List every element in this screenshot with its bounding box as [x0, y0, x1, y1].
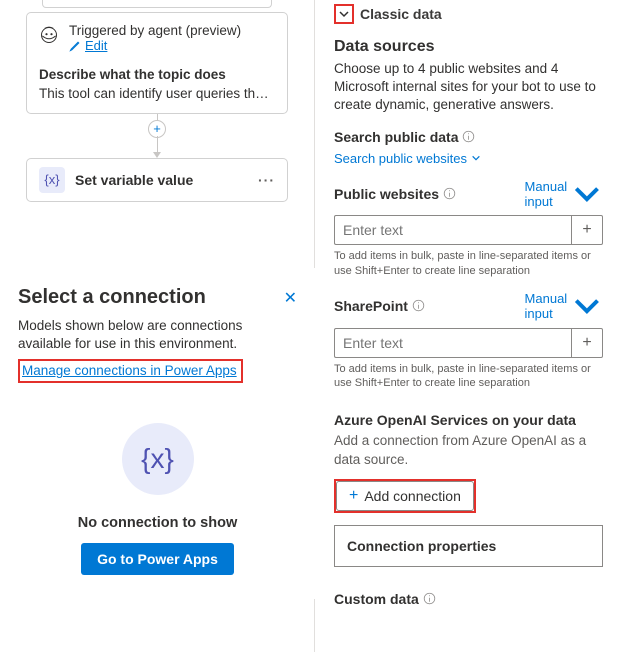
connector: [157, 136, 158, 152]
trigger-node[interactable]: Triggered by agent (preview) Edit Descri…: [26, 12, 288, 114]
bulk-hint: To add items in bulk, paste in line-sepa…: [334, 249, 603, 278]
go-to-power-apps-button[interactable]: Go to Power Apps: [81, 543, 234, 575]
public-websites-label: Public websites: [334, 186, 456, 202]
manage-connections-link[interactable]: Manage connections in Power Apps: [22, 363, 237, 378]
bulk-hint: To add items in bulk, paste in line-sepa…: [334, 362, 603, 391]
add-item-button[interactable]: +: [571, 215, 603, 245]
info-icon: [462, 130, 475, 143]
variable-placeholder-icon: {x}: [122, 423, 194, 495]
add-connection-button[interactable]: + Add connection: [336, 481, 474, 511]
data-sources-desc: Choose up to 4 public websites and 4 Mic…: [334, 60, 603, 115]
set-variable-node[interactable]: {x} Set variable value ···: [26, 158, 288, 202]
chevron-down-icon: [571, 178, 603, 210]
custom-data-label: Custom data: [334, 591, 603, 607]
public-websites-input[interactable]: [334, 215, 571, 245]
node-menu-button[interactable]: ···: [258, 172, 275, 188]
close-icon[interactable]: ✕: [284, 288, 297, 308]
edit-trigger-link[interactable]: Edit: [69, 38, 107, 53]
connector: +: [157, 114, 158, 136]
aoai-heading: Azure OpenAI Services on your data: [334, 412, 603, 428]
no-connection-text: No connection to show: [78, 515, 238, 531]
chevron-down-icon: [571, 290, 603, 322]
trigger-title: Triggered by agent (preview): [69, 23, 241, 38]
plus-icon: +: [349, 487, 358, 505]
data-sources-heading: Data sources: [334, 38, 603, 56]
node-collapsed-top: [42, 0, 272, 8]
chevron-down-icon[interactable]: [337, 7, 351, 21]
search-public-websites-link[interactable]: Search public websites: [334, 151, 481, 166]
describe-heading: Describe what the topic does: [39, 67, 275, 82]
connection-properties-box[interactable]: Connection properties: [334, 525, 603, 567]
chevron-down-icon: [471, 153, 481, 163]
variable-icon: {x}: [39, 167, 65, 193]
info-icon: [423, 592, 436, 605]
manual-input-toggle[interactable]: Manual input: [525, 178, 603, 210]
highlight-box: Manage connections in Power Apps: [18, 359, 243, 383]
info-icon: [443, 187, 456, 200]
info-icon: [412, 299, 425, 312]
highlight-box: [334, 4, 354, 24]
edit-icon: [69, 40, 81, 52]
node-title: Set variable value: [75, 172, 248, 188]
aoai-desc: Add a connection from Azure OpenAI as a …: [334, 432, 603, 468]
sharepoint-label: SharePoint: [334, 298, 425, 314]
search-public-label: Search public data: [334, 129, 603, 145]
sharepoint-input[interactable]: [334, 328, 571, 358]
agent-icon: [39, 25, 59, 45]
select-connection-panel: Select a connection ✕ Models shown below…: [0, 268, 315, 599]
panel-description: Models shown below are connections avail…: [18, 317, 297, 353]
highlight-box: + Add connection: [334, 479, 476, 513]
manual-input-toggle[interactable]: Manual input: [525, 290, 603, 322]
add-item-button[interactable]: +: [571, 328, 603, 358]
arrow-icon: [153, 152, 161, 158]
describe-text: This tool can identify user queries that…: [39, 86, 275, 101]
classic-data-label: Classic data: [360, 6, 442, 22]
panel-title: Select a connection: [18, 286, 206, 309]
